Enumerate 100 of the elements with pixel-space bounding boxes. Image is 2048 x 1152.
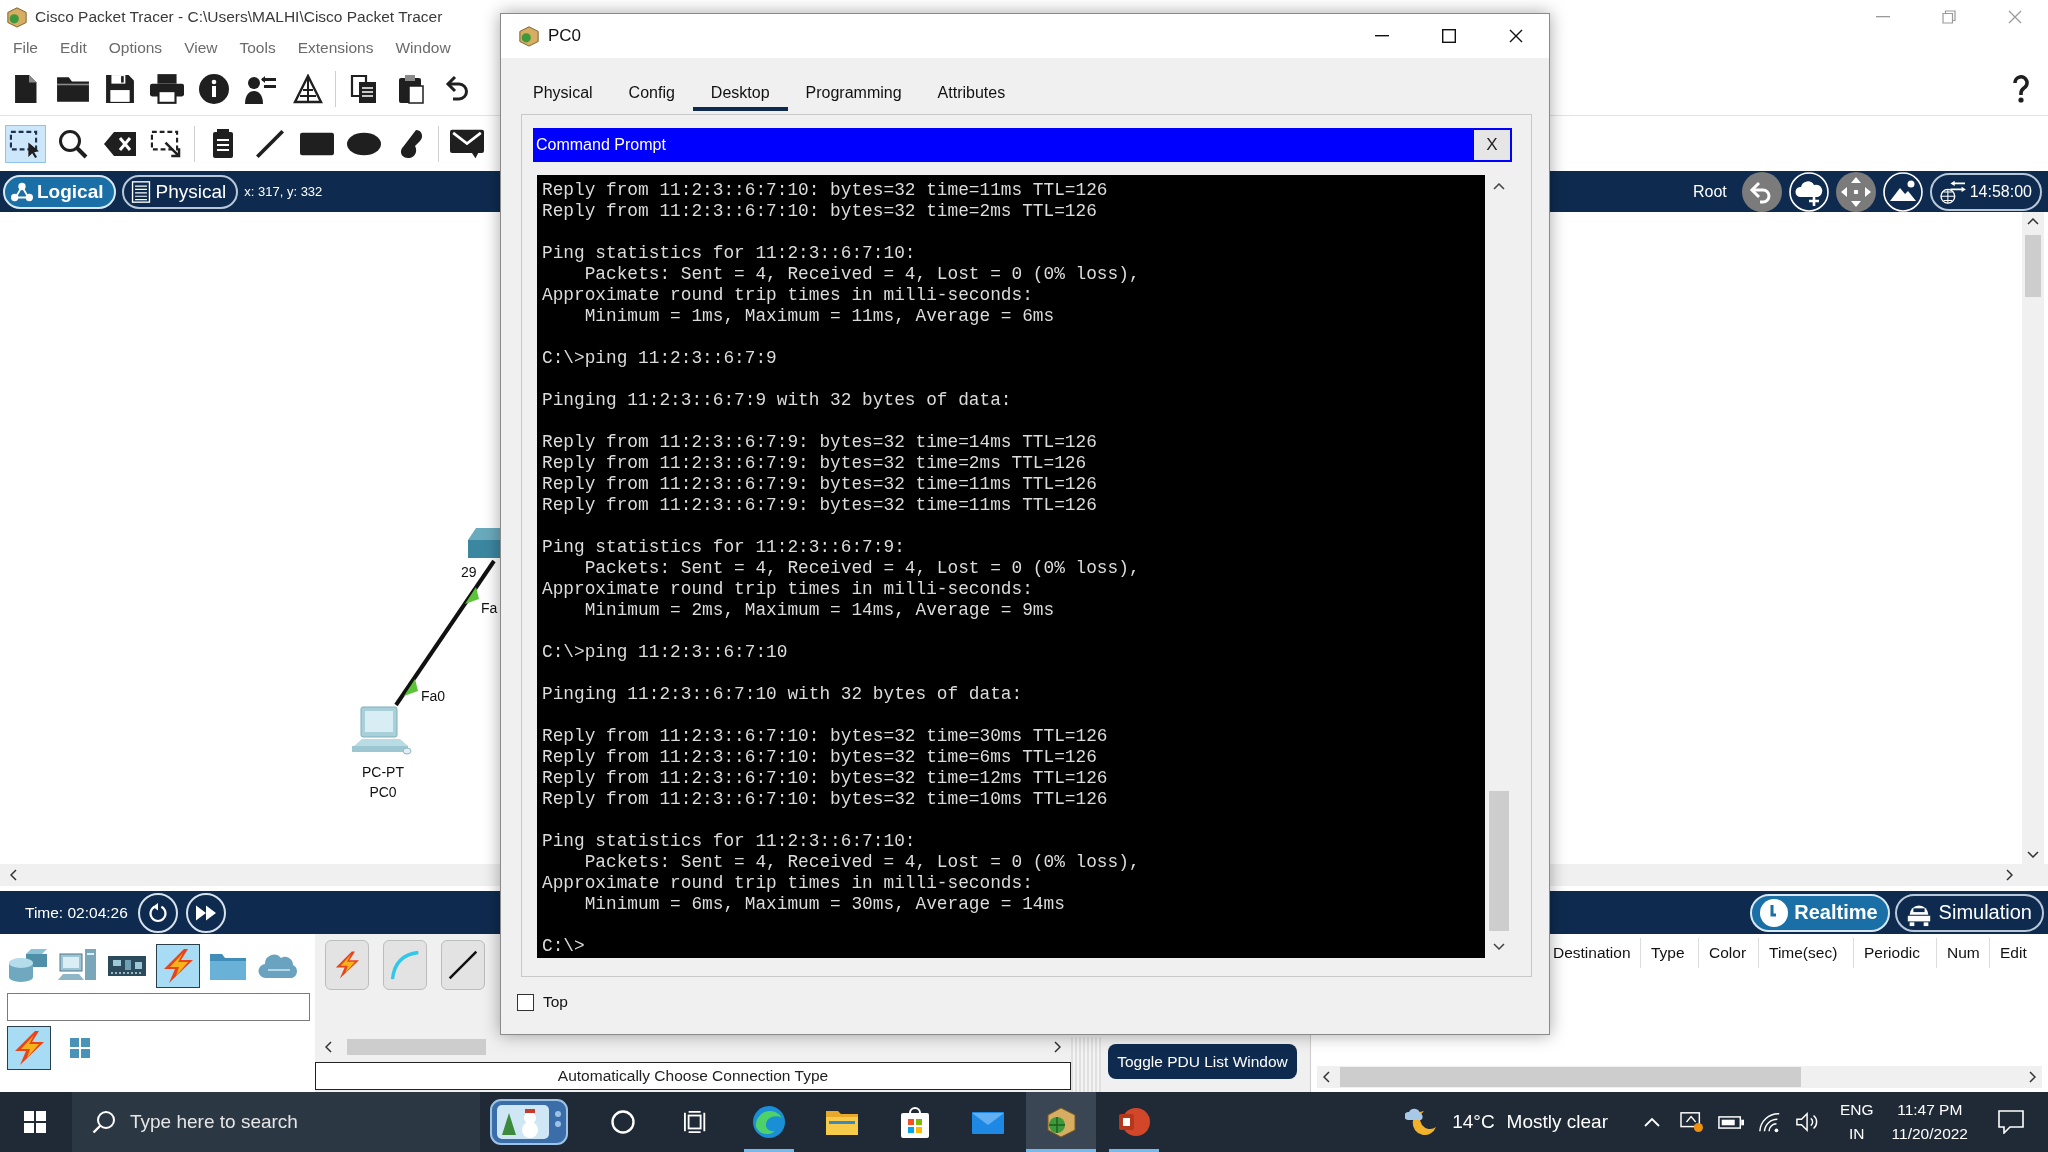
battery-icon[interactable] <box>1717 1115 1744 1129</box>
device-label: PC-PT <box>362 763 404 782</box>
scroll-left-icon[interactable] <box>10 869 17 881</box>
note-icon[interactable] <box>210 127 235 160</box>
column-header[interactable]: Num <box>1937 938 1990 968</box>
menu-item[interactable]: Extensions <box>297 39 374 57</box>
menu-item[interactable]: View <box>184 39 218 57</box>
move-arrows-icon[interactable] <box>1835 171 1876 212</box>
pyramid-icon[interactable] <box>292 74 323 104</box>
menu-item[interactable]: Options <box>108 39 163 57</box>
lightning-icon[interactable] <box>155 944 200 988</box>
weather-condition[interactable]: Mostly clear <box>1506 1111 1608 1133</box>
info-icon[interactable] <box>198 74 229 104</box>
router-icon[interactable] <box>7 947 49 985</box>
scroll-down-icon[interactable] <box>2027 851 2039 858</box>
scroll-thumb[interactable] <box>1340 1067 1801 1087</box>
cloud-plus-icon[interactable] <box>1788 171 1829 212</box>
physical-view-tab[interactable]: Physical <box>121 174 239 209</box>
package-icon <box>6 5 28 28</box>
reset-time-button[interactable] <box>137 892 178 933</box>
circle-icon[interactable] <box>611 1110 635 1134</box>
scroll-left-icon[interactable] <box>325 1041 332 1053</box>
scroll-down-icon[interactable] <box>1493 943 1505 950</box>
scroll-thumb[interactable] <box>347 1039 486 1055</box>
select-icon[interactable] <box>5 124 46 163</box>
column-header[interactable]: Periodic <box>1854 938 1937 968</box>
monitor-badge-icon[interactable] <box>1679 1111 1704 1133</box>
column-header[interactable]: Type <box>1641 938 1699 968</box>
scrollbar[interactable] <box>2022 212 2044 864</box>
column-header[interactable]: Color <box>1699 938 1759 968</box>
clock-time[interactable]: 11:47 PM <box>1897 1098 1963 1122</box>
simulation-mode-button[interactable]: Simulation <box>1894 893 2044 932</box>
lightning-icon[interactable] <box>7 1026 51 1070</box>
region-label[interactable]: IN <box>1849 1122 1865 1146</box>
clock-button[interactable]: 14:58:00 <box>1929 172 2042 211</box>
save-icon[interactable] <box>104 74 135 104</box>
snowman-illustration[interactable] <box>490 1099 568 1145</box>
clock-date[interactable]: 11/20/2022 <box>1891 1122 1968 1146</box>
scroll-right-icon[interactable] <box>2029 1071 2036 1083</box>
restore-icon[interactable] <box>1942 9 1956 24</box>
undo-icon[interactable] <box>444 74 471 104</box>
windows-logo-icon[interactable] <box>24 1111 46 1133</box>
terminal-line: Approximate round trip times in milli-seconds: <box>542 285 1034 306</box>
person-list-icon[interactable] <box>244 74 277 104</box>
tab[interactable]: Programming <box>787 78 920 111</box>
magnifier-icon[interactable] <box>56 127 89 160</box>
help-icon[interactable] <box>2012 75 2030 103</box>
scroll-up-icon[interactable] <box>2027 218 2039 225</box>
clipboard-icon[interactable] <box>396 74 425 104</box>
minimize-icon[interactable] <box>1374 35 1389 37</box>
print-icon[interactable] <box>149 74 184 104</box>
scroll-right-icon[interactable] <box>2006 869 2013 881</box>
new-file-icon[interactable] <box>13 74 38 104</box>
line-icon[interactable] <box>253 127 286 160</box>
connection-type-button[interactable] <box>441 940 485 990</box>
copy-icon[interactable] <box>349 74 378 104</box>
fast-forward-button[interactable] <box>185 892 226 933</box>
checkbox-label[interactable]: Top <box>543 993 568 1011</box>
toggle-pdu-list-button[interactable]: Toggle PDU List Window <box>1108 1044 1297 1079</box>
scroll-thumb[interactable] <box>2025 235 2041 297</box>
column-header[interactable]: Time(sec) <box>1759 938 1854 968</box>
shopping-bag-icon <box>898 1105 932 1139</box>
task-view-icon[interactable] <box>684 1110 708 1134</box>
checkbox[interactable] <box>517 993 534 1011</box>
tab[interactable]: Desktop <box>692 78 788 111</box>
search-field[interactable]: Type here to search <box>72 1092 480 1152</box>
folder-icon[interactable] <box>55 74 90 104</box>
scroll-thumb[interactable] <box>1489 791 1509 931</box>
close-button[interactable]: X <box>1472 128 1512 162</box>
menu-item[interactable]: Tools <box>239 39 276 57</box>
device-search-field[interactable] <box>7 993 310 1021</box>
globe-arrows-icon <box>1939 179 1966 204</box>
scroll-left-icon[interactable] <box>1323 1071 1330 1083</box>
envelope-icon[interactable] <box>448 127 485 160</box>
menu-item[interactable]: Window <box>395 39 451 57</box>
connection-status-text: Automatically Choose Connection Type <box>315 1062 1071 1090</box>
tab[interactable]: Physical <box>515 78 611 111</box>
notification-icon[interactable] <box>1998 1110 2024 1134</box>
tab[interactable]: Attributes <box>919 78 1024 111</box>
window-title: Cisco Packet Tracer - C:\Users\MALHI\Cisco Packet Tracer <box>35 7 443 26</box>
mountain-image-icon[interactable] <box>1882 171 1923 212</box>
scroll-up-icon[interactable] <box>1493 183 1505 190</box>
speaker-icon[interactable] <box>1795 1111 1820 1133</box>
maximize-icon[interactable] <box>1441 29 1456 43</box>
weather-temperature[interactable]: 14°C <box>1452 1111 1495 1133</box>
wifi-icon[interactable] <box>1757 1111 1782 1133</box>
close-icon[interactable] <box>1508 29 1523 43</box>
column-header[interactable]: Edit <box>1990 938 2040 968</box>
tab[interactable]: Config <box>610 78 693 111</box>
moon-cloud-icon[interactable] <box>1405 1107 1438 1137</box>
realtime-mode-button[interactable]: Realtime <box>1750 893 1890 932</box>
splitter-handle[interactable] <box>1071 1037 1101 1092</box>
scrollbar[interactable] <box>1317 1066 2042 1088</box>
scroll-right-icon[interactable] <box>1054 1041 1061 1053</box>
menu-item[interactable]: File <box>13 39 38 57</box>
logical-view-tab[interactable]: Logical <box>3 174 116 209</box>
terminal-line: Ping statistics for 11:2:3::6:7:9: <box>542 537 906 558</box>
language-label[interactable]: ENG <box>1839 1098 1874 1122</box>
menu-item[interactable]: Edit <box>60 39 87 57</box>
chevron-up-icon[interactable] <box>1643 1117 1660 1127</box>
